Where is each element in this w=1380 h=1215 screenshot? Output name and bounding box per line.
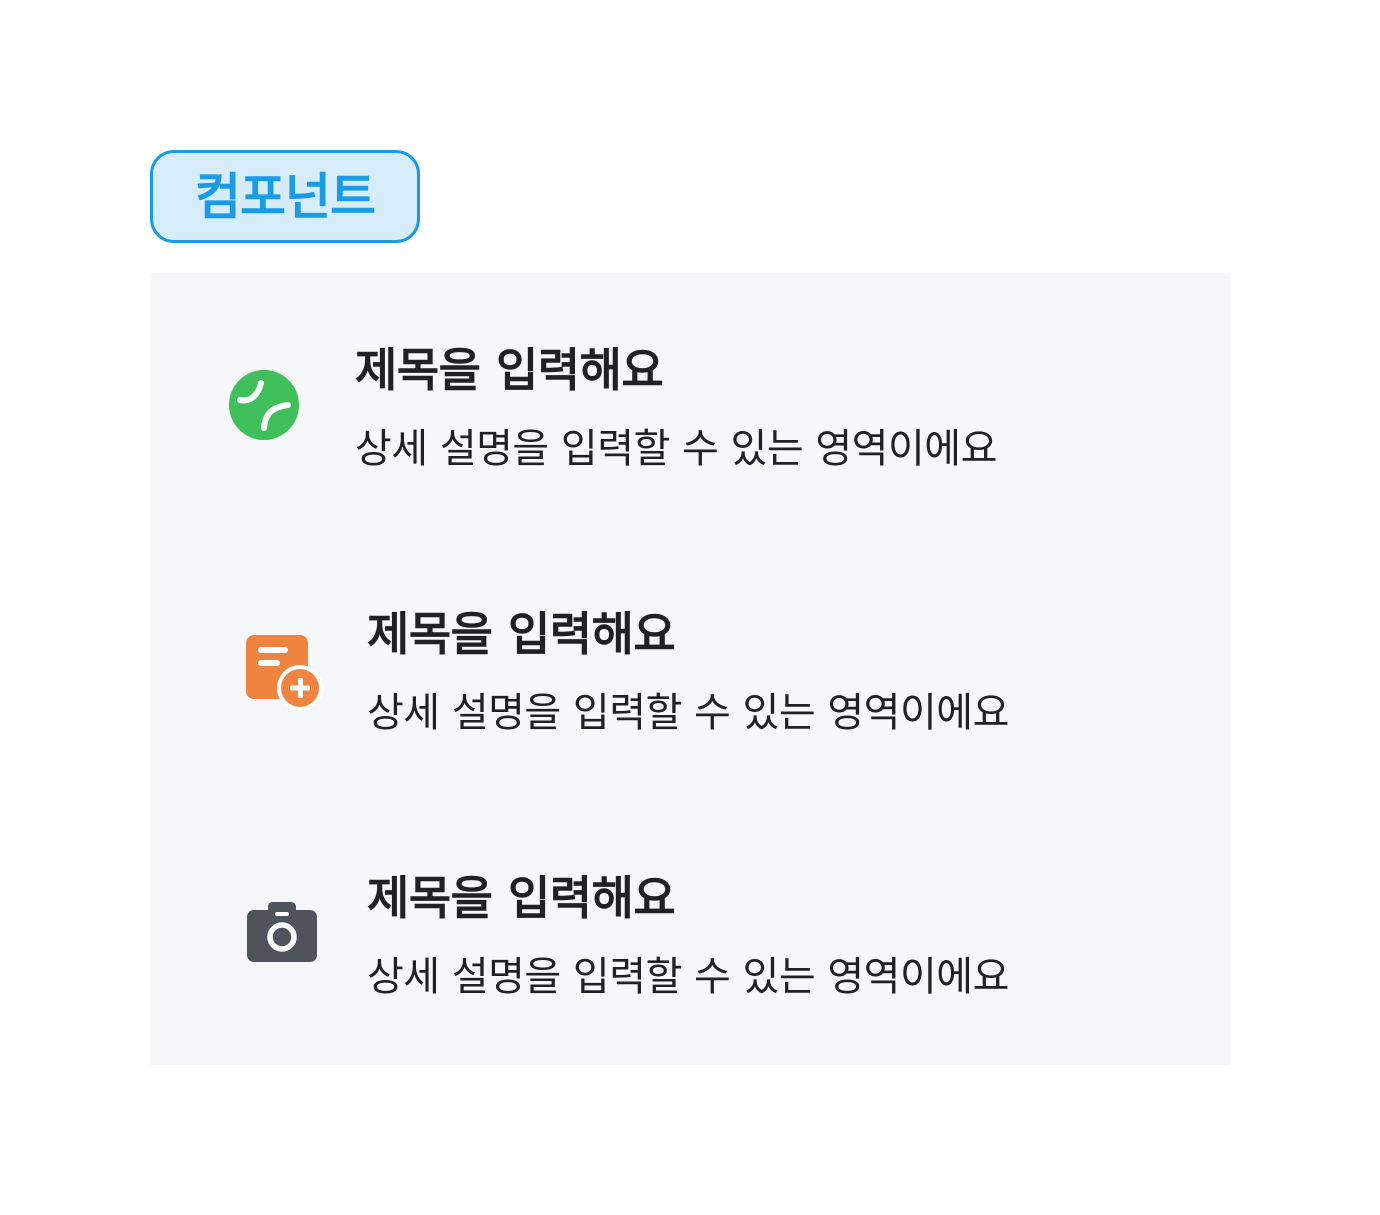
item-description: 상세 설명을 입력할 수 있는 영역이에요 [355, 426, 997, 472]
component-badge: 컴포넌트 [150, 150, 420, 243]
list-item[interactable]: 제목을 입력해요 상세 설명을 입력할 수 있는 영역이에요 [150, 333, 1230, 533]
list-item[interactable]: 제목을 입력해요 상세 설명을 입력할 수 있는 영역이에요 [150, 861, 1230, 1061]
item-title: 제목을 입력해요 [367, 607, 676, 661]
document-add-icon [246, 635, 323, 711]
list-panel: 제목을 입력해요 상세 설명을 입력할 수 있는 영역이에요 제목을 입력해요 … [150, 273, 1230, 1065]
badge-label: 컴포넌트 [195, 167, 376, 226]
item-title: 제목을 입력해요 [355, 343, 664, 397]
tennis-ball-icon [229, 370, 299, 440]
list-item[interactable]: 제목을 입력해요 상세 설명을 입력할 수 있는 영역이에요 [150, 597, 1230, 797]
camera-icon [247, 902, 317, 962]
item-title: 제목을 입력해요 [367, 871, 676, 925]
item-description: 상세 설명을 입력할 수 있는 영역이에요 [367, 690, 1009, 736]
item-description: 상세 설명을 입력할 수 있는 영역이에요 [367, 954, 1009, 1000]
